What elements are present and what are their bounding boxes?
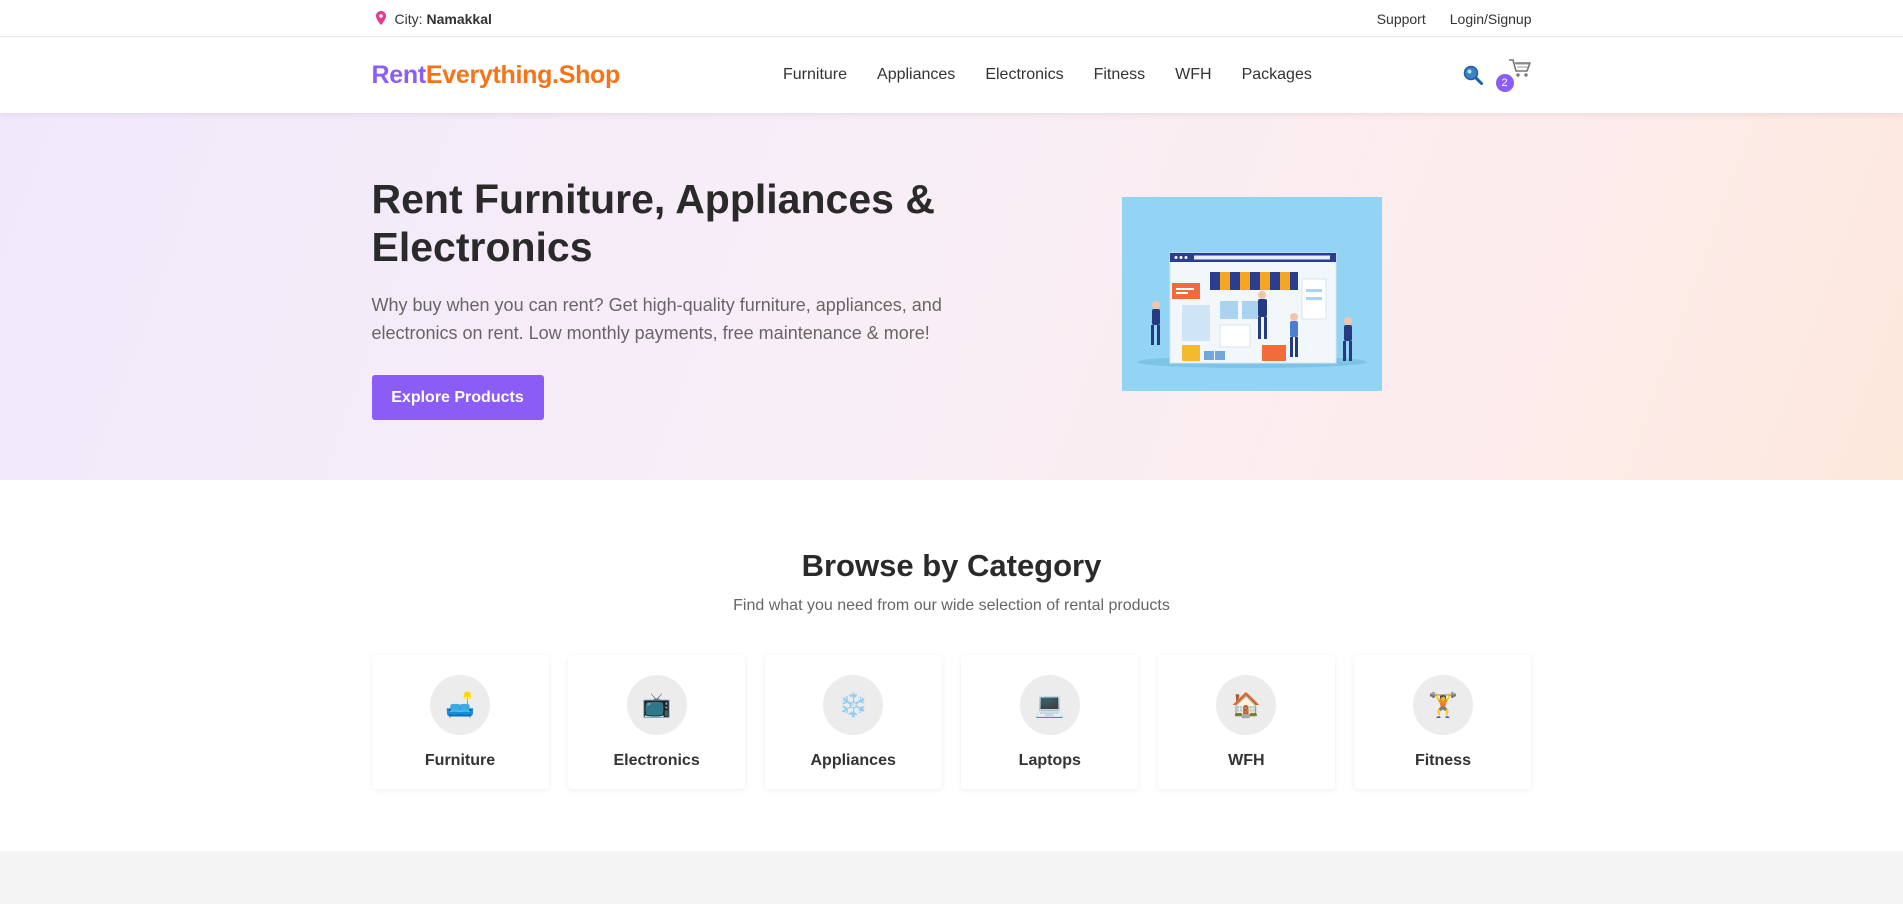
nav-electronics[interactable]: Electronics bbox=[985, 66, 1063, 84]
hero-title: Rent Furniture, Appliances & Electronics bbox=[371, 176, 935, 270]
main-header: RentEverything.Shop Furniture Appliances… bbox=[0, 37, 1903, 113]
search-icon[interactable] bbox=[1462, 64, 1484, 86]
categories-subtitle: Find what you need from our wide selecti… bbox=[733, 597, 1170, 614]
hero-illustration bbox=[1121, 197, 1382, 391]
explore-products-button[interactable]: Explore Products bbox=[371, 375, 544, 420]
logo-part-rent: Rent bbox=[371, 60, 427, 89]
logo-part-everything: Everything.Shop bbox=[425, 60, 620, 89]
categories-section: Browse by Category Find what you need fr… bbox=[0, 480, 1903, 851]
cart-button[interactable]: 2 bbox=[1495, 58, 1532, 92]
cart-count-badge: 2 bbox=[1495, 74, 1514, 92]
location-pin-icon bbox=[375, 10, 387, 27]
category-card-electronics[interactable]: 📺 Electronics bbox=[568, 655, 746, 789]
nav-furniture[interactable]: Furniture bbox=[783, 66, 847, 84]
category-card-appliances[interactable]: ❄️ Appliances bbox=[764, 655, 942, 789]
sofa-icon: 🛋️ bbox=[430, 675, 490, 735]
nav-appliances[interactable]: Appliances bbox=[877, 66, 955, 84]
category-label: Electronics bbox=[613, 752, 700, 769]
snowflake-icon: ❄️ bbox=[823, 675, 884, 735]
nav-packages[interactable]: Packages bbox=[1242, 66, 1312, 84]
support-link[interactable]: Support bbox=[1377, 11, 1426, 27]
categories-title: Browse by Category bbox=[801, 548, 1102, 583]
top-bar: City: Namakkal Support Login/Signup bbox=[0, 0, 1903, 37]
city-selector[interactable]: City: Namakkal bbox=[372, 10, 492, 27]
city-label: City: bbox=[394, 10, 423, 27]
category-card-laptops[interactable]: 💻 Laptops bbox=[961, 655, 1139, 789]
login-signup-link[interactable]: Login/Signup bbox=[1450, 11, 1532, 27]
city-value[interactable]: Namakkal bbox=[427, 11, 492, 27]
category-card-wfh[interactable]: 🏠 WFH bbox=[1157, 655, 1335, 789]
category-card-furniture[interactable]: 🛋️ Furniture bbox=[371, 655, 549, 789]
house-icon: 🏠 bbox=[1216, 675, 1277, 735]
hero-section: Rent Furniture, Appliances & Electronics… bbox=[0, 113, 1903, 480]
laptop-icon: 💻 bbox=[1019, 675, 1080, 735]
category-label: WFH bbox=[1228, 752, 1265, 769]
hero-description: Why buy when you can rent? Get high-qual… bbox=[371, 295, 942, 343]
nav-wfh[interactable]: WFH bbox=[1175, 66, 1211, 84]
category-label: Appliances bbox=[810, 752, 896, 769]
category-label: Laptops bbox=[1018, 752, 1081, 769]
tv-icon: 📺 bbox=[626, 675, 687, 735]
category-card-fitness[interactable]: 🏋️ Fitness bbox=[1354, 655, 1532, 789]
next-section-strip bbox=[0, 851, 1903, 904]
site-logo[interactable]: RentEverything.Shop bbox=[372, 61, 621, 90]
category-label: Furniture bbox=[424, 752, 496, 769]
main-nav: Furniture Appliances Electronics Fitness… bbox=[783, 66, 1312, 84]
weightlifter-icon: 🏋️ bbox=[1412, 675, 1473, 735]
category-label: Fitness bbox=[1414, 752, 1471, 769]
nav-fitness[interactable]: Fitness bbox=[1094, 66, 1146, 84]
